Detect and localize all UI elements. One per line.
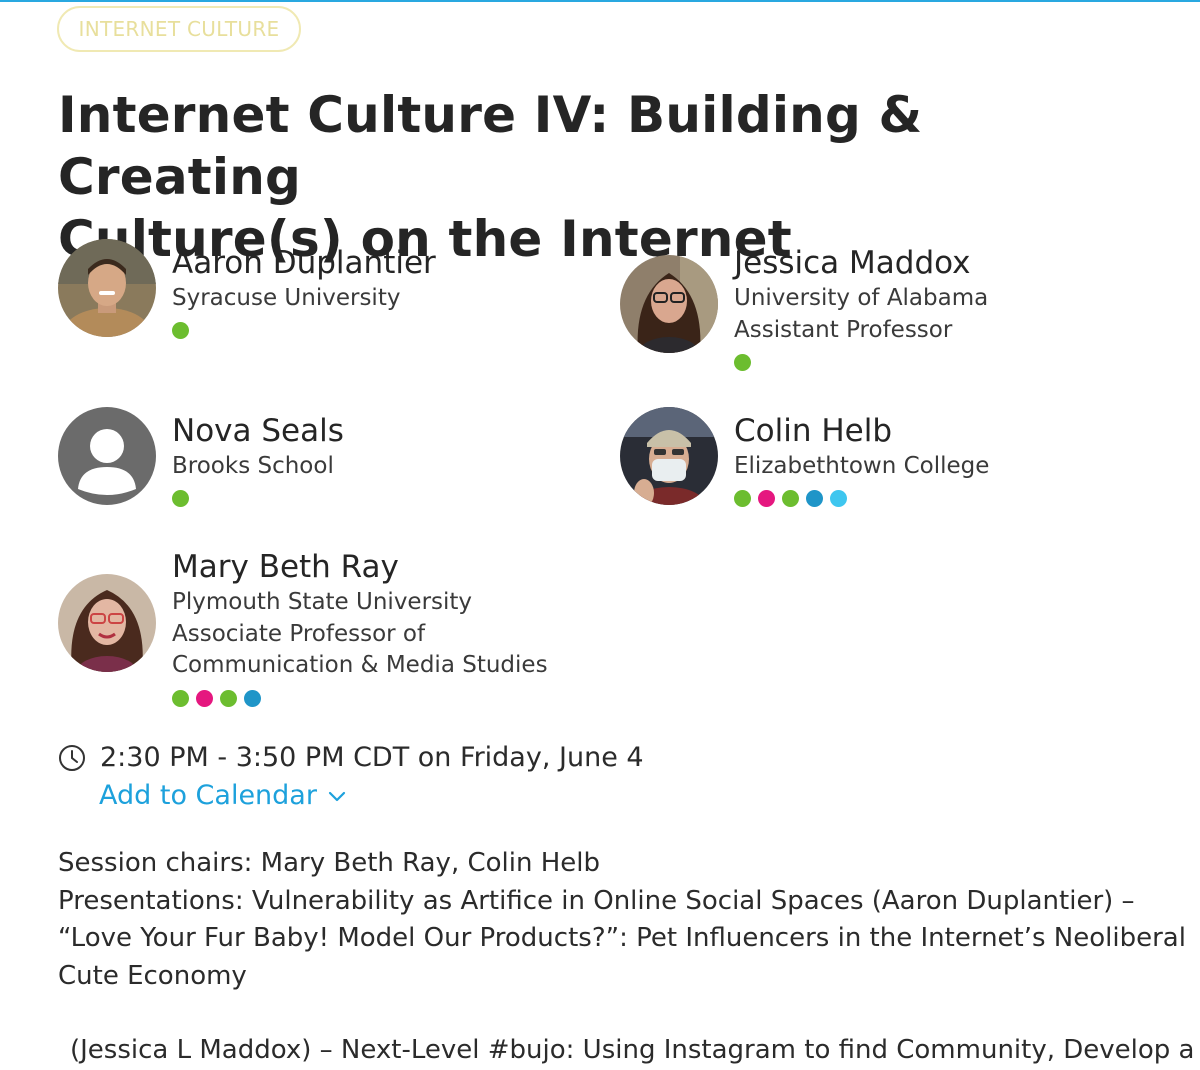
clock-icon — [59, 745, 85, 771]
category-tag[interactable]: INTERNET CULTURE — [57, 6, 301, 52]
title-line: Internet Culture IV: Building & Creating — [58, 86, 923, 206]
avatar-placeholder[interactable] — [58, 407, 156, 505]
status-dot — [806, 490, 823, 507]
status-dot — [172, 322, 189, 339]
speaker-position: Communication & Media Studies — [172, 652, 548, 678]
speaker-name[interactable]: Colin Helb — [734, 413, 892, 449]
top-accent-line — [0, 0, 1200, 2]
speaker-position: Assistant Professor — [734, 317, 953, 343]
status-dot — [758, 490, 775, 507]
status-dot — [734, 354, 751, 371]
add-to-calendar-label[interactable]: Add to Calendar — [99, 778, 317, 814]
speaker-affiliation: University of Alabama — [734, 285, 989, 311]
status-dots — [172, 322, 189, 339]
description-line: Presentations: Vulnerability as Artifice… — [58, 885, 1135, 916]
status-dots — [172, 490, 189, 507]
status-dots — [734, 490, 847, 507]
description-continuation: (Jessica L Maddox) – Next-Level #bujo: U… — [70, 1035, 1195, 1065]
chevron-down-icon[interactable] — [327, 789, 347, 803]
status-dots — [172, 690, 261, 707]
speaker-position: Associate Professor of — [172, 621, 426, 647]
speaker-name[interactable]: Aaron Duplantier — [172, 245, 436, 281]
status-dot — [172, 490, 189, 507]
speaker-affiliation: Brooks School — [172, 453, 334, 479]
speaker-name[interactable]: Nova Seals — [172, 413, 344, 449]
status-dot — [244, 690, 261, 707]
description-line: “Love Your Fur Baby! Model Our Products?… — [58, 923, 1186, 953]
description-line: Session chairs: Mary Beth Ray, Colin Hel… — [58, 848, 601, 878]
session-time: 2:30 PM - 3:50 PM CDT on Friday, June 4 — [100, 742, 644, 773]
status-dot — [734, 490, 751, 507]
speaker-affiliation: Plymouth State University — [172, 589, 473, 615]
description-line: Cute Economy — [58, 960, 247, 991]
status-dot — [830, 490, 847, 507]
session-title: Internet Culture IV: Building & Creating… — [58, 84, 1158, 270]
speaker-affiliation: Elizabethtown College — [734, 453, 990, 479]
status-dot — [782, 490, 799, 507]
status-dots — [734, 354, 751, 371]
avatar[interactable] — [620, 407, 718, 505]
speaker-affiliation: Syracuse University — [172, 285, 401, 311]
speaker-name[interactable]: Jessica Maddox — [734, 245, 970, 281]
speaker-name[interactable]: Mary Beth Ray — [172, 549, 399, 585]
avatar[interactable] — [58, 574, 156, 672]
avatar[interactable] — [620, 255, 718, 353]
add-to-calendar-button[interactable]: Add to Calendar — [99, 778, 347, 814]
session-description: Session chairs: Mary Beth Ray, Colin Hel… — [58, 845, 1186, 995]
status-dot — [172, 690, 189, 707]
status-dot — [196, 690, 213, 707]
avatar[interactable] — [58, 239, 156, 337]
status-dot — [220, 690, 237, 707]
